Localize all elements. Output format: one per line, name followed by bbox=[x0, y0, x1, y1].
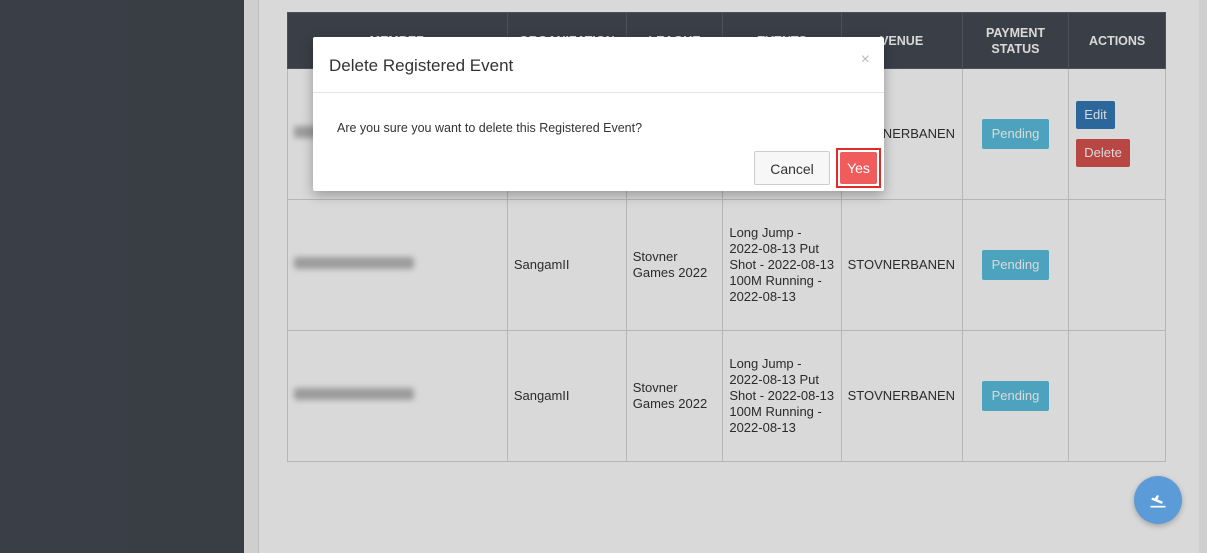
close-icon[interactable]: × bbox=[861, 51, 870, 69]
modal-title: Delete Registered Event bbox=[329, 56, 514, 75]
flight-land-icon bbox=[1150, 495, 1166, 508]
modal-message: Are you sure you want to delete this Reg… bbox=[337, 121, 643, 135]
floating-action-button[interactable] bbox=[1134, 476, 1182, 524]
delete-confirm-modal: Delete Registered Event × Are you sure y… bbox=[313, 37, 884, 191]
yes-button[interactable]: Yes bbox=[840, 152, 877, 184]
modal-header: Delete Registered Event × bbox=[313, 37, 884, 93]
cancel-button[interactable]: Cancel bbox=[754, 151, 830, 185]
